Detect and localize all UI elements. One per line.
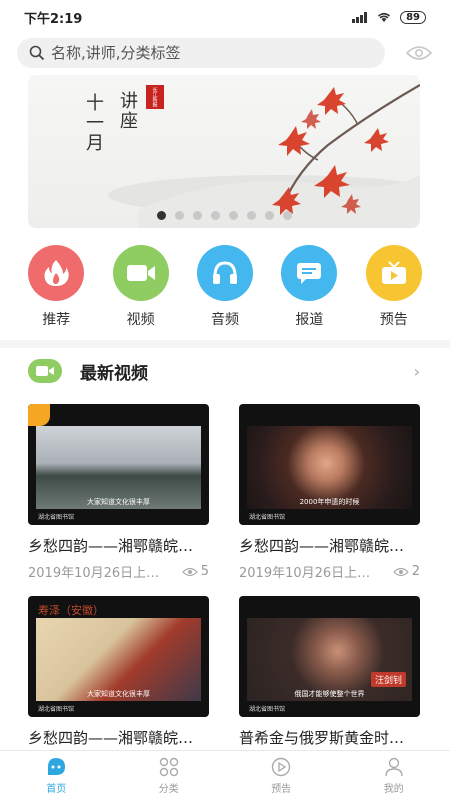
thumbnail-caption: 俄国才能够使整个世界 xyxy=(294,690,365,698)
category-icon-bg xyxy=(281,245,338,301)
wifi-icon xyxy=(378,12,391,22)
carousel-dot[interactable] xyxy=(210,211,220,220)
latest-videos-header[interactable]: 最新视频 › xyxy=(28,356,420,386)
nav-mine[interactable]: 我的 xyxy=(338,751,450,800)
video-card[interactable]: 寿泽（安徽） 大家知道文化很丰厚 湖北省图书馆 乡愁四韵——湘鄂赣皖… xyxy=(28,596,209,748)
category-label: 报道 xyxy=(295,312,324,328)
video-title: 乡愁四韵——湘鄂赣皖… xyxy=(239,537,405,555)
category-report[interactable]: 报道 xyxy=(274,245,344,335)
flame-icon xyxy=(44,260,69,286)
tv-icon xyxy=(381,261,406,284)
video-date: 2019年10月26日上… xyxy=(28,566,160,581)
video-thumbnail[interactable]: 汪剑钊 俄国才能够使整个世界 湖北省图书馆 xyxy=(239,596,420,717)
category-icon-bg xyxy=(28,245,85,301)
home-icon xyxy=(48,757,66,775)
eye-icon xyxy=(392,567,409,576)
category-row: 推荐 视频 音频 报道 预告 xyxy=(0,245,450,335)
view-count: 2 xyxy=(392,564,420,579)
video-camera-icon xyxy=(126,265,155,281)
chevron-right-icon[interactable]: › xyxy=(414,362,420,381)
news-report-icon xyxy=(297,263,322,284)
video-card[interactable]: 大家知道文化很丰厚 湖北省图书馆 乡愁四韵——湘鄂赣皖… 2019年10月26日… xyxy=(28,404,209,581)
thumbnail-name-tag: 汪剑钊 xyxy=(370,672,406,687)
category-label: 预告 xyxy=(379,312,408,328)
thumbnail-logo: 湖北省图书馆 xyxy=(249,706,286,713)
video-card[interactable]: 汪剑钊 俄国才能够使整个世界 湖北省图书馆 普希金与俄罗斯黄金时… xyxy=(239,596,420,748)
search-icon xyxy=(29,45,45,61)
status-bar: 下午2:19 89 xyxy=(0,0,450,34)
banner-title-lecture: 讲座 xyxy=(117,91,138,131)
signal-icon xyxy=(352,11,368,23)
thumbnail-caption: 大家知道文化很丰厚 xyxy=(87,498,150,506)
status-time: 下午2:19 xyxy=(24,11,83,27)
category-icon-bg xyxy=(365,245,422,301)
eye-icon xyxy=(181,567,198,576)
category-label: 推荐 xyxy=(42,312,71,328)
category-preview[interactable]: 预告 xyxy=(359,245,429,335)
video-title: 普希金与俄罗斯黄金时… xyxy=(239,729,405,747)
headphones-icon xyxy=(212,261,237,284)
nav-label: 我的 xyxy=(383,783,404,795)
carousel-dot[interactable] xyxy=(156,211,166,220)
banner-title-month: 十一月 xyxy=(83,93,104,153)
carousel-dot[interactable] xyxy=(282,211,292,220)
carousel-dot[interactable] xyxy=(192,211,202,220)
banner-carousel[interactable]: 十一月 讲座 长江新报 xyxy=(28,75,420,228)
eye-icon xyxy=(406,46,432,60)
bottom-nav: 首页 分类 预告 我的 xyxy=(0,750,450,800)
category-label: 视频 xyxy=(126,312,155,328)
carousel-dot[interactable] xyxy=(174,211,184,220)
carousel-dot[interactable] xyxy=(228,211,238,220)
thumbnail-caption: 2000年申遗的时候 xyxy=(299,498,360,506)
view-count: 5 xyxy=(181,564,209,579)
eye-button[interactable] xyxy=(405,41,433,65)
banner-seal: 长江新报 xyxy=(146,85,164,109)
carousel-dot[interactable] xyxy=(246,211,256,220)
search-box[interactable] xyxy=(17,38,385,68)
category-audio[interactable]: 音频 xyxy=(190,245,260,335)
view-count-value: 5 xyxy=(200,564,209,579)
status-icons: 89 xyxy=(352,10,426,24)
video-thumbnail[interactable]: 大家知道文化很丰厚 湖北省图书馆 xyxy=(28,404,209,525)
category-icon-bg xyxy=(112,245,169,301)
category-video[interactable]: 视频 xyxy=(106,245,176,335)
category-icon-bg xyxy=(196,245,253,301)
nav-category[interactable]: 分类 xyxy=(113,751,226,800)
section-icon-bg xyxy=(28,359,62,383)
video-thumbnail[interactable]: 2000年申遗的时候 湖北省图书馆 xyxy=(239,404,420,525)
thumbnail-logo: 湖北省图书馆 xyxy=(38,706,75,713)
nav-home[interactable]: 首页 xyxy=(0,751,113,800)
category-icon xyxy=(159,757,178,776)
user-icon xyxy=(385,757,403,776)
search-row xyxy=(17,38,433,68)
video-camera-icon xyxy=(36,366,54,376)
battery-indicator: 89 xyxy=(400,10,426,24)
nav-label: 分类 xyxy=(158,783,179,795)
video-card[interactable]: 2000年申遗的时候 湖北省图书馆 乡愁四韵——湘鄂赣皖… 2019年10月26… xyxy=(239,404,420,581)
carousel-dot[interactable] xyxy=(264,211,274,220)
video-meta: 2019年10月26日上… 2 xyxy=(239,562,420,581)
nav-label: 首页 xyxy=(46,783,67,795)
category-label: 音频 xyxy=(210,312,239,328)
thumbnail-logo: 湖北省图书馆 xyxy=(249,514,286,521)
video-thumbnail[interactable]: 寿泽（安徽） 大家知道文化很丰厚 湖北省图书馆 xyxy=(28,596,209,717)
video-meta: 2019年10月26日上… 5 xyxy=(28,562,209,581)
thumbnail-caption: 大家知道文化很丰厚 xyxy=(87,690,150,698)
video-date: 2019年10月26日上… xyxy=(239,566,371,581)
carousel-dots xyxy=(28,211,420,220)
video-title: 乡愁四韵——湘鄂赣皖… xyxy=(28,537,194,555)
thumbnail-logo: 湖北省图书馆 xyxy=(38,514,75,521)
view-count-value: 2 xyxy=(411,564,420,579)
play-circle-icon xyxy=(272,757,291,776)
thumbnail-side-text: 寿泽（安徽） xyxy=(38,604,104,617)
section-title: 最新视频 xyxy=(80,363,148,384)
video-title: 乡愁四韵——湘鄂赣皖… xyxy=(28,729,194,747)
section-divider xyxy=(0,340,450,348)
hot-badge-icon xyxy=(28,404,50,426)
nav-preview[interactable]: 预告 xyxy=(225,751,338,800)
search-input[interactable] xyxy=(51,44,371,62)
nav-label: 预告 xyxy=(271,783,292,795)
category-recommend[interactable]: 推荐 xyxy=(21,245,91,335)
